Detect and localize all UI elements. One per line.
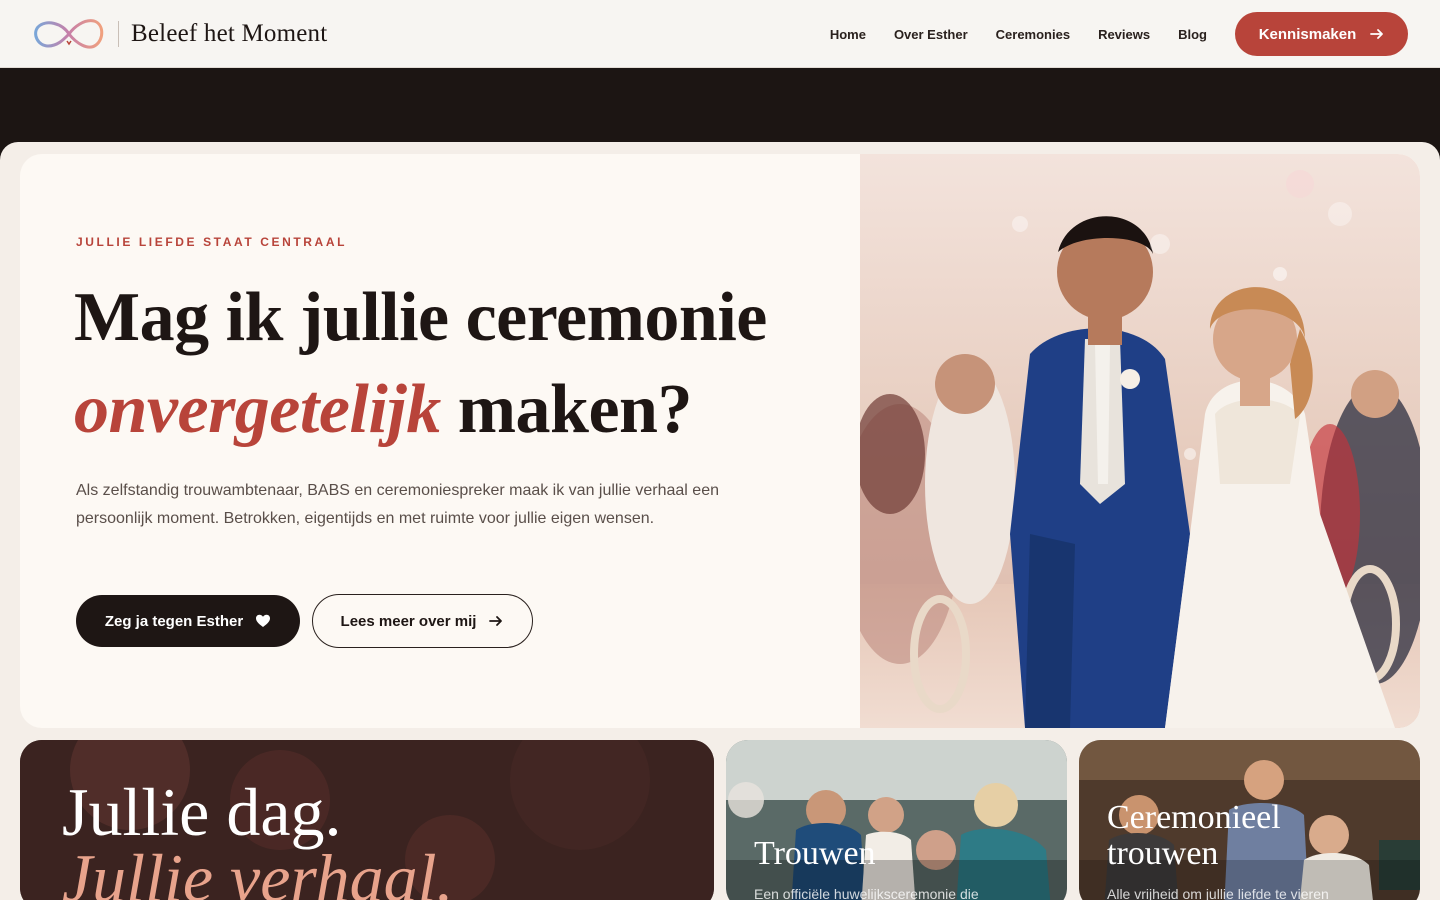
kennismaken-button[interactable]: Kennismaken	[1235, 12, 1408, 56]
brand-name[interactable]: Beleef het Moment	[131, 20, 327, 48]
nav-blog[interactable]: Blog	[1178, 27, 1207, 42]
nav-over-esther[interactable]: Over Esther	[894, 27, 968, 42]
nav-reviews[interactable]: Reviews	[1098, 27, 1150, 42]
trouwen-desc: Een officiële huwelijksceremonie die	[754, 886, 979, 900]
wedding-couple-photo	[860, 154, 1420, 728]
kennismaken-label: Kennismaken	[1258, 25, 1357, 43]
logo-divider	[118, 20, 119, 47]
hero-eyebrow: JULLIE LIEFDE STAAT CENTRAAL	[76, 235, 348, 249]
ceremonieel-desc: Alle vrijheid om jullie liefde te vieren	[1107, 886, 1329, 900]
hero-title-end: maken?	[440, 371, 693, 448]
hero-lead: Als zelfstandig trouwambtenaar, BABS en …	[76, 482, 719, 527]
trouwen-photo	[726, 740, 1067, 900]
ceremonieel-card[interactable]: Ceremonieel trouwen Alle vrijheid om jul…	[1079, 740, 1420, 900]
feature-card[interactable]: Jullie dag. Jullie verhaal.	[20, 740, 714, 900]
hero-title: Mag ik jullie ceremonie onvergetelijk ma…	[74, 272, 767, 456]
lees-meer-label: Lees meer over mij	[340, 612, 477, 630]
heart-icon	[256, 614, 271, 627]
ceremonieel-title: Ceremonieel trouwen	[1107, 799, 1281, 872]
zeg-ja-button[interactable]: Zeg ja tegen Esther	[76, 595, 300, 647]
trouwen-card[interactable]: Trouwen Een officiële huwelijksceremonie…	[726, 740, 1067, 900]
hero-title-accent: onvergetelijk	[74, 371, 441, 448]
arrow-right-icon	[1370, 29, 1384, 39]
hero-card: JULLIE LIEFDE STAAT CENTRAAL Mag ik jull…	[20, 154, 1420, 728]
arrow-right-icon	[489, 616, 503, 626]
zeg-ja-label: Zeg ja tegen Esther	[104, 612, 244, 630]
nav-home[interactable]: Home	[830, 27, 866, 42]
wedding-couple-illustration	[860, 154, 1420, 728]
feature-title-line1: Jullie dag.	[62, 774, 342, 850]
main-nav: Home Over Esther Ceremonies Reviews Blog	[830, 0, 1207, 68]
trouwen-title: Trouwen	[754, 835, 876, 872]
hero-title-line1: Mag ik jullie ceremonie	[74, 279, 767, 356]
lees-meer-button[interactable]: Lees meer over mij	[312, 594, 533, 648]
feature-title-line2: Jullie verhaal.	[62, 840, 454, 900]
site-header: Beleef het Moment Home Over Esther Cerem…	[0, 0, 1440, 68]
nav-ceremonies[interactable]: Ceremonies	[996, 27, 1070, 42]
infinity-heart-logo-icon[interactable]	[32, 15, 106, 53]
